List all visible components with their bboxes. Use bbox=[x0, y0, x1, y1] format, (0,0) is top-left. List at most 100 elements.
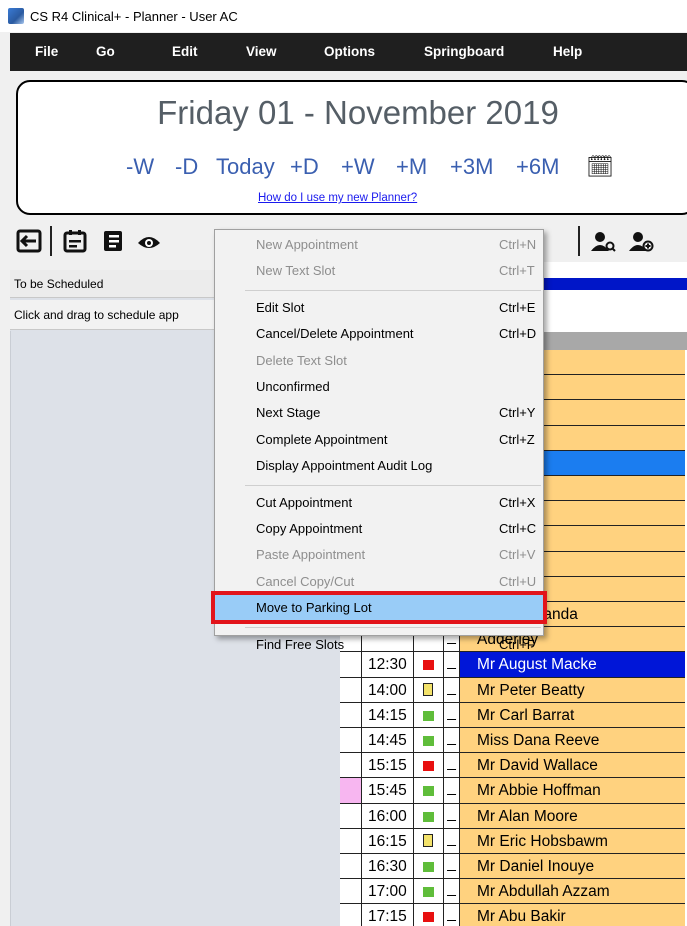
calendar-picker-icon[interactable]: 🗓 bbox=[586, 154, 614, 180]
menu-item-label: Delete Text Slot bbox=[256, 352, 347, 368]
menu-item-shortcut: Ctrl+T bbox=[499, 263, 535, 279]
status-indicator bbox=[414, 803, 444, 828]
row-marker bbox=[340, 677, 362, 702]
note-flag: _ bbox=[444, 879, 460, 904]
red-status-icon bbox=[423, 912, 434, 923]
menu-item-cut-appointment[interactable]: Cut Appointment Ctrl+X bbox=[215, 490, 543, 516]
appointment-row[interactable]: 14:45 _ Miss Dana Reeve bbox=[340, 728, 685, 754]
menu-separator bbox=[245, 484, 541, 486]
menu-options[interactable]: Options bbox=[324, 44, 375, 59]
nav-today[interactable]: Today bbox=[216, 154, 275, 180]
nav-plus-3-months[interactable]: +3M bbox=[450, 154, 493, 180]
status-indicator bbox=[414, 879, 444, 904]
patient-name: Mr Abu Bakir bbox=[460, 904, 685, 926]
note-flag: _ bbox=[444, 803, 460, 828]
appointment-row[interactable]: 14:15 _ Mr Carl Barrat bbox=[340, 702, 685, 728]
row-marker bbox=[340, 702, 362, 727]
menu-item-display-appointment-audit-log[interactable]: Display Appointment Audit Log bbox=[215, 453, 543, 479]
menu-item-unconfirmed[interactable]: Unconfirmed bbox=[215, 374, 543, 400]
note-flag: _ bbox=[444, 854, 460, 879]
nav-plus-week[interactable]: +W bbox=[341, 154, 375, 180]
menu-edit[interactable]: Edit bbox=[172, 44, 198, 59]
menu-item-complete-appointment[interactable]: Complete Appointment Ctrl+Z bbox=[215, 427, 543, 453]
menu-springboard[interactable]: Springboard bbox=[424, 44, 504, 59]
appointment-time: 16:30 bbox=[362, 854, 414, 879]
nav-plus-6-months[interactable]: +6M bbox=[516, 154, 559, 180]
green-status-icon bbox=[423, 811, 434, 822]
appointment-row[interactable]: 16:15 _ Mr Eric Hobsbawm bbox=[340, 828, 685, 854]
nav-plus-month[interactable]: +M bbox=[396, 154, 427, 180]
context-menu: New Appointment Ctrl+N New Text Slot Ctrl+T… bbox=[211, 229, 547, 652]
menu-item-shortcut: Ctrl+V bbox=[499, 547, 536, 563]
menu-separator bbox=[245, 289, 541, 291]
date-title: Friday 01 - November 2019 bbox=[157, 94, 559, 131]
note-flag: _ bbox=[444, 828, 460, 853]
calendar-icon[interactable] bbox=[62, 228, 88, 254]
appointment-row[interactable]: 17:15 _ Mr Abu Bakir bbox=[340, 904, 685, 926]
status-indicator bbox=[414, 854, 444, 879]
appointment-time: 17:15 bbox=[362, 904, 414, 926]
menu-item-edit-slot[interactable]: Edit Slot Ctrl+E bbox=[215, 295, 543, 321]
menu-view[interactable]: View bbox=[246, 44, 277, 59]
find-person-icon[interactable] bbox=[590, 228, 616, 254]
status-indicator bbox=[414, 778, 444, 803]
row-marker bbox=[340, 854, 362, 879]
menu-go[interactable]: Go bbox=[96, 44, 115, 59]
menu-item-next-stage[interactable]: Next Stage Ctrl+Y bbox=[215, 400, 543, 426]
menu-item-cancel-delete-appointment[interactable]: Cancel/Delete Appointment Ctrl+D bbox=[215, 321, 543, 347]
add-person-icon[interactable] bbox=[628, 228, 654, 254]
nav-plus-day[interactable]: +D bbox=[290, 154, 319, 180]
back-arrow-icon[interactable] bbox=[16, 228, 42, 254]
row-marker bbox=[340, 879, 362, 904]
status-indicator bbox=[414, 677, 444, 702]
patient-name: Mr Alan Moore bbox=[460, 803, 685, 828]
patient-name: Mr Daniel Inouye bbox=[460, 854, 685, 879]
green-status-icon bbox=[423, 862, 434, 872]
eye-icon[interactable] bbox=[136, 228, 162, 254]
window-titlebar: CS R4 Clinical+ - Planner - User AC bbox=[0, 0, 687, 32]
status-indicator bbox=[414, 828, 444, 853]
menu-item-label: Copy Appointment bbox=[256, 521, 363, 536]
appointment-row[interactable]: 15:45 _ Mr Abbie Hoffman bbox=[340, 778, 685, 804]
date-panel: Friday 01 - November 2019 -W -D Today +D… bbox=[16, 80, 687, 215]
menu-item-label: Unconfirmed bbox=[256, 379, 330, 394]
appointment-row[interactable]: 17:00 _ Mr Abdullah Azzam bbox=[340, 879, 685, 905]
patient-name: Mr Eric Hobsbawm bbox=[460, 828, 685, 853]
nav-minus-week[interactable]: -W bbox=[126, 154, 154, 180]
menu-file[interactable]: File bbox=[35, 44, 58, 59]
status-indicator bbox=[414, 753, 444, 778]
note-flag: _ bbox=[444, 728, 460, 753]
menu-item-shortcut: Ctrl+F bbox=[499, 636, 535, 652]
menu-bar: File Go Edit View Options Springboard He… bbox=[10, 33, 687, 71]
note-flag: _ bbox=[444, 753, 460, 778]
menu-item-label: Cut Appointment bbox=[256, 494, 353, 510]
menu-item-label: Complete Appointment bbox=[256, 431, 388, 447]
highlight-frame bbox=[211, 591, 547, 625]
menu-item-new-text-slot: New Text Slot Ctrl+T bbox=[215, 258, 543, 284]
menu-help[interactable]: Help bbox=[553, 44, 582, 59]
menu-item-label: Cancel/Delete Appointment bbox=[256, 326, 414, 342]
note-flag: _ bbox=[444, 677, 460, 702]
menu-item-find-free-slots[interactable]: Find Free Slots Ctrl+F bbox=[215, 632, 543, 658]
notebook-icon[interactable] bbox=[100, 228, 126, 254]
row-marker bbox=[340, 828, 362, 853]
appointment-row[interactable]: 15:15 _ Mr David Wallace bbox=[340, 753, 685, 779]
note-flag: _ bbox=[444, 778, 460, 803]
appointment-row[interactable]: 16:30 _ Mr Daniel Inouye bbox=[340, 854, 685, 880]
appointment-time: 14:00 bbox=[362, 677, 414, 702]
note-flag: _ bbox=[444, 702, 460, 727]
appointment-row[interactable]: 14:00 _ Mr Peter Beatty bbox=[340, 677, 685, 703]
planner-help-link[interactable]: How do I use my new Planner? bbox=[258, 192, 417, 204]
menu-item-copy-appointment[interactable]: Copy Appointment Ctrl+C bbox=[215, 516, 543, 542]
appointment-row[interactable]: 16:00 _ Mr Alan Moore bbox=[340, 803, 685, 829]
status-indicator bbox=[414, 702, 444, 727]
menu-item-label: New Text Slot bbox=[256, 263, 336, 279]
nav-minus-day[interactable]: -D bbox=[175, 154, 198, 180]
row-marker bbox=[340, 753, 362, 778]
patient-name: Mr Abdullah Azzam bbox=[460, 879, 685, 904]
note-flag: _ bbox=[444, 904, 460, 926]
appointment-time: 17:00 bbox=[362, 879, 414, 904]
row-marker bbox=[340, 728, 362, 753]
menu-item-shortcut: Ctrl+E bbox=[499, 299, 536, 315]
menu-separator bbox=[245, 626, 541, 628]
